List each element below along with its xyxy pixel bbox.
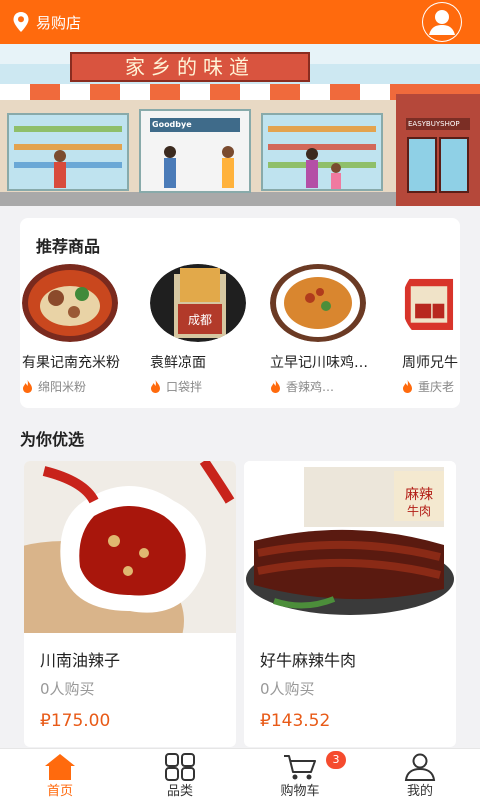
product-price: ₽175.00 bbox=[40, 711, 111, 731]
recommended-item-tag: 绵阳米粉 bbox=[22, 378, 132, 395]
banner[interactable]: 家乡的味道 Goodbye EASYBUYSHOP bbox=[0, 44, 480, 206]
tab-category[interactable]: 品类 bbox=[120, 749, 240, 800]
product-thumbnail bbox=[22, 264, 118, 342]
home-icon bbox=[45, 754, 75, 780]
product-sold-count: 0人购买 bbox=[40, 680, 95, 698]
svg-text:麻辣: 麻辣 bbox=[405, 487, 433, 503]
location-pin-icon bbox=[13, 12, 29, 32]
product-thumbnail bbox=[270, 264, 366, 342]
banner-title: 家乡的味道 bbox=[70, 52, 310, 82]
product-image bbox=[24, 461, 236, 633]
tab-cart-label: 购物车 bbox=[280, 784, 320, 799]
tab-mine[interactable]: 我的 bbox=[360, 749, 480, 800]
recommended-card: 推荐商品 有果记南充米粉 绵阳米粉 成都 袁鲜凉面 口袋拌 立早记川味鸡… 香辣… bbox=[20, 218, 460, 408]
product-name: 好牛麻辣牛肉 bbox=[260, 651, 357, 670]
recommended-item-tag: 香辣鸡… bbox=[270, 378, 380, 395]
product-price: ₽143.52 bbox=[260, 711, 331, 731]
entrance-sign: Goodbye bbox=[152, 120, 192, 129]
recommended-item-name: 有果记南充米粉 bbox=[22, 355, 120, 371]
cart-icon bbox=[284, 755, 316, 780]
bottom-tab-bar: 首页 品类 购物车 3 我的 bbox=[0, 748, 480, 800]
svg-text:成都: 成都 bbox=[188, 313, 212, 327]
cart-badge: 3 bbox=[326, 751, 346, 769]
fire-icon bbox=[271, 380, 280, 393]
for-you-title: 为你优选 bbox=[20, 430, 85, 449]
recommended-title: 推荐商品 bbox=[36, 237, 101, 256]
recommended-item-name: 立早记川味鸡… bbox=[270, 355, 368, 371]
recommended-item-tag: 口袋拌 bbox=[150, 378, 260, 395]
top-bar: 易购店 bbox=[0, 0, 480, 44]
user-avatar-icon bbox=[423, 3, 461, 41]
product-image: 麻辣 牛肉 bbox=[244, 461, 456, 633]
recommended-item-name: 袁鲜凉面 bbox=[150, 355, 206, 371]
product-sold-count: 0人购买 bbox=[260, 680, 315, 698]
user-avatar-button[interactable] bbox=[422, 2, 462, 42]
grid-icon bbox=[165, 753, 195, 781]
recommended-item-tag: 重庆老 bbox=[402, 378, 460, 395]
recommended-item-name: 周师兄牛 bbox=[402, 355, 458, 371]
product-card[interactable]: 川南油辣子 0人购买 ₽175.00 bbox=[24, 461, 236, 747]
user-icon bbox=[404, 753, 436, 781]
fire-icon bbox=[23, 380, 32, 393]
tab-home[interactable]: 首页 bbox=[0, 749, 120, 800]
store-name: 易购店 bbox=[36, 13, 82, 32]
product-thumbnail bbox=[404, 278, 454, 330]
fire-icon bbox=[403, 380, 412, 393]
fire-icon bbox=[151, 380, 160, 393]
tab-mine-label: 我的 bbox=[406, 784, 433, 799]
product-name: 川南油辣子 bbox=[40, 651, 121, 670]
store-location[interactable]: 易购店 bbox=[12, 11, 81, 33]
svg-text:牛肉: 牛肉 bbox=[407, 503, 431, 518]
tab-category-label: 品类 bbox=[166, 784, 193, 799]
recommended-list[interactable]: 有果记南充米粉 绵阳米粉 成都 袁鲜凉面 口袋拌 立早记川味鸡… 香辣鸡… 周师… bbox=[20, 264, 460, 404]
product-card[interactable]: 麻辣 牛肉 好牛麻辣牛肉 0人购买 ₽143.52 bbox=[244, 461, 456, 747]
product-thumbnail: 成都 bbox=[150, 264, 246, 342]
shop-sign: EASYBUYSHOP bbox=[408, 120, 460, 128]
tab-home-label: 首页 bbox=[46, 784, 73, 799]
